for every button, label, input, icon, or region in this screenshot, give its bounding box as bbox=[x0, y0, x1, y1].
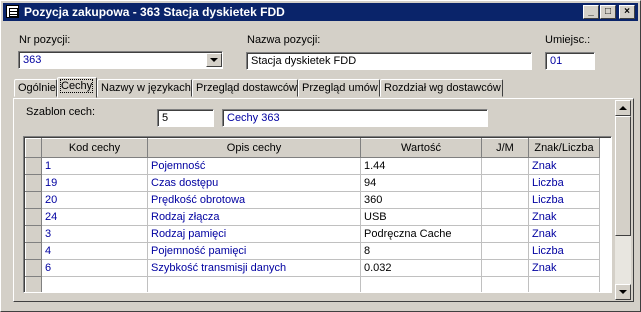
tab-label: Nazwy w językach bbox=[101, 82, 191, 94]
maximize-button[interactable]: □ bbox=[600, 5, 616, 19]
col-header-wartosc[interactable]: Wartość bbox=[360, 138, 482, 158]
opis-cechy-cell[interactable]: Szybkość transmisji danych bbox=[147, 259, 361, 277]
kod-cechy-cell[interactable]: 19 bbox=[41, 174, 148, 192]
nazwa-pozycji-label: Nazwa pozycji: bbox=[247, 34, 321, 46]
kod-cechy-cell[interactable]: 20 bbox=[41, 191, 148, 209]
col-header-jm[interactable]: J/M bbox=[481, 138, 529, 158]
wartosc-cell[interactable]: 94 bbox=[360, 174, 482, 192]
row-header[interactable] bbox=[25, 208, 42, 226]
znak-liczba-cell[interactable] bbox=[528, 276, 600, 292]
tab-rozdzial-wg-dostawcow[interactable]: Rozdział wg dostawców bbox=[380, 79, 503, 97]
row-header-corner bbox=[25, 138, 42, 158]
table-row[interactable]: 6 Szybkość transmisji danych 0.032 Znak bbox=[25, 259, 600, 277]
jm-cell[interactable] bbox=[481, 276, 529, 292]
minimize-button[interactable]: _ bbox=[583, 5, 599, 19]
tab-nazwy-w-jezykach[interactable]: Nazwy w językach bbox=[97, 79, 192, 97]
nr-pozycji-dropdown-icon[interactable] bbox=[206, 53, 222, 67]
form-icon bbox=[6, 5, 19, 18]
row-header[interactable] bbox=[25, 259, 42, 277]
row-header[interactable] bbox=[25, 242, 42, 260]
wartosc-cell[interactable] bbox=[360, 276, 482, 292]
scroll-thumb[interactable] bbox=[615, 116, 631, 236]
kod-cechy-cell[interactable]: 3 bbox=[41, 225, 148, 243]
wartosc-cell[interactable]: USB bbox=[360, 208, 482, 226]
wartosc-cell[interactable]: Podręczna Cache bbox=[360, 225, 482, 243]
jm-cell[interactable] bbox=[481, 191, 529, 209]
szablon-cech-name-field[interactable]: Cechy 363 bbox=[222, 109, 488, 127]
opis-cechy-cell[interactable]: Pojemność pamięci bbox=[147, 242, 361, 260]
title-bar[interactable]: Pozycja zakupowa - 363 Stacja dyskietek … bbox=[3, 3, 638, 21]
wartosc-cell[interactable]: 1.44 bbox=[360, 157, 482, 175]
row-header[interactable] bbox=[25, 276, 42, 292]
col-header-znak-liczba[interactable]: Znak/Liczba bbox=[528, 138, 600, 158]
table-row[interactable]: 4 Pojemność pamięci 8 Liczba bbox=[25, 242, 600, 260]
row-header[interactable] bbox=[25, 157, 42, 175]
vertical-scrollbar[interactable] bbox=[615, 100, 631, 300]
wartosc-cell[interactable]: 8 bbox=[360, 242, 482, 260]
znak-liczba-cell[interactable]: Znak bbox=[528, 157, 600, 175]
col-header-opis-cechy[interactable]: Opis cechy bbox=[147, 138, 361, 158]
jm-cell[interactable] bbox=[481, 208, 529, 226]
szablon-cech-label: Szablon cech: bbox=[26, 106, 96, 118]
nazwa-pozycji-field[interactable]: Stacja dyskietek FDD bbox=[246, 52, 532, 70]
tab-label: Przegląd umów bbox=[302, 82, 378, 94]
table-row-empty[interactable] bbox=[25, 276, 600, 292]
table-row[interactable]: 1 Pojemność 1.44 Znak bbox=[25, 157, 600, 175]
umiejsc-field[interactable]: 01 bbox=[545, 52, 595, 70]
tab-przeglad-umow[interactable]: Przegląd umów bbox=[298, 79, 380, 97]
wartosc-cell[interactable]: 360 bbox=[360, 191, 482, 209]
row-header[interactable] bbox=[25, 191, 42, 209]
close-button[interactable]: × bbox=[619, 5, 635, 19]
row-header[interactable] bbox=[25, 174, 42, 192]
tab-ogolnie[interactable]: Ogólnie bbox=[14, 79, 57, 97]
znak-liczba-cell[interactable]: Liczba bbox=[528, 242, 600, 260]
window-title: Pozycja zakupowa - 363 Stacja dyskietek … bbox=[24, 5, 285, 19]
tab-label: Ogólnie bbox=[18, 82, 56, 94]
table-header-row: Kod cechy Opis cechy Wartość J/M Znak/Li… bbox=[25, 138, 600, 158]
scroll-up-icon[interactable] bbox=[615, 100, 631, 116]
znak-liczba-cell[interactable]: Liczba bbox=[528, 174, 600, 192]
znak-liczba-cell[interactable]: Znak bbox=[528, 225, 600, 243]
opis-cechy-cell[interactable]: Rodzaj pamięci bbox=[147, 225, 361, 243]
kod-cechy-cell[interactable]: 4 bbox=[41, 242, 148, 260]
row-header[interactable] bbox=[25, 225, 42, 243]
opis-cechy-cell[interactable] bbox=[147, 276, 361, 292]
table-row[interactable]: 19 Czas dostępu 94 Liczba bbox=[25, 174, 600, 192]
tab-label: Rozdział wg dostawców bbox=[384, 82, 501, 94]
jm-cell[interactable] bbox=[481, 225, 529, 243]
kod-cechy-cell[interactable]: 6 bbox=[41, 259, 148, 277]
tab-przeglad-dostawcow[interactable]: Przegląd dostawców bbox=[192, 79, 298, 97]
tab-label: Cechy bbox=[59, 79, 94, 93]
features-grid[interactable]: Kod cechy Opis cechy Wartość J/M Znak/Li… bbox=[23, 136, 612, 293]
nr-pozycji-combo[interactable]: 363 bbox=[18, 51, 223, 69]
jm-cell[interactable] bbox=[481, 174, 529, 192]
znak-liczba-cell[interactable]: Znak bbox=[528, 259, 600, 277]
umiejsc-label: Umiejsc.: bbox=[545, 34, 591, 46]
features-table: Kod cechy Opis cechy Wartość J/M Znak/Li… bbox=[25, 138, 600, 292]
opis-cechy-cell[interactable]: Rodzaj złącza bbox=[147, 208, 361, 226]
col-header-kod-cechy[interactable]: Kod cechy bbox=[41, 138, 148, 158]
scroll-down-icon[interactable] bbox=[615, 284, 631, 300]
znak-liczba-cell[interactable]: Znak bbox=[528, 208, 600, 226]
opis-cechy-cell[interactable]: Czas dostępu bbox=[147, 174, 361, 192]
window: Pozycja zakupowa - 363 Stacja dyskietek … bbox=[0, 0, 641, 312]
kod-cechy-cell[interactable]: 24 bbox=[41, 208, 148, 226]
table-row[interactable]: 24 Rodzaj złącza USB Znak bbox=[25, 208, 600, 226]
opis-cechy-cell[interactable]: Pojemność bbox=[147, 157, 361, 175]
znak-liczba-cell[interactable]: Liczba bbox=[528, 191, 600, 209]
kod-cechy-cell[interactable]: 1 bbox=[41, 157, 148, 175]
table-row[interactable]: 20 Prędkość obrotowa 360 Liczba bbox=[25, 191, 600, 209]
szablon-cech-code-field[interactable]: 5 bbox=[157, 109, 214, 127]
tab-cechy[interactable]: Cechy bbox=[57, 77, 97, 98]
wartosc-cell[interactable]: 0.032 bbox=[360, 259, 482, 277]
jm-cell[interactable] bbox=[481, 259, 529, 277]
kod-cechy-cell[interactable] bbox=[41, 276, 148, 292]
nr-pozycji-label: Nr pozycji: bbox=[19, 34, 71, 46]
tab-label: Przegląd dostawców bbox=[196, 82, 297, 94]
table-row[interactable]: 3 Rodzaj pamięci Podręczna Cache Znak bbox=[25, 225, 600, 243]
opis-cechy-cell[interactable]: Prędkość obrotowa bbox=[147, 191, 361, 209]
jm-cell[interactable] bbox=[481, 242, 529, 260]
jm-cell[interactable] bbox=[481, 157, 529, 175]
